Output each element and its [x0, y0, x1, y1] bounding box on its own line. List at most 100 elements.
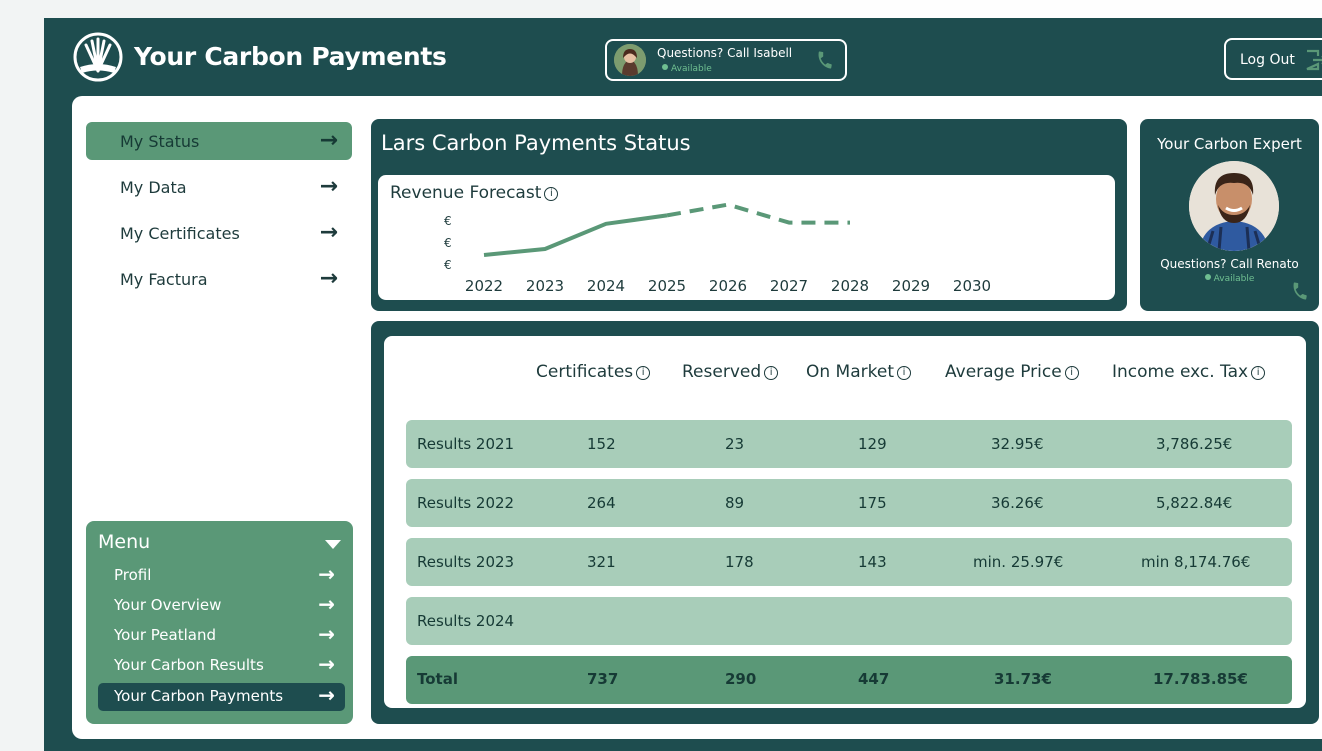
menu-item-label: Your Peatland: [114, 626, 216, 644]
x-tick-label: 2029: [892, 277, 930, 295]
menu-item-label: Your Carbon Payments: [114, 687, 284, 705]
sidebar-item-my-certificates[interactable]: My Certificates →: [86, 214, 352, 252]
menu-item-your-carbon-payments[interactable]: Your Carbon Payments →: [98, 683, 345, 711]
x-tick-label: 2025: [648, 277, 686, 295]
info-icon[interactable]: i: [764, 366, 779, 380]
logout-label: Log Out: [1240, 52, 1295, 68]
table-row[interactable]: Results 2021 152 23 129 32.95€ 3,786.25€: [406, 420, 1292, 468]
caret-down-icon[interactable]: [325, 540, 341, 549]
expert-status-text: Available: [1213, 274, 1255, 284]
header-on-market: On Market i: [806, 362, 911, 382]
y-tick-label: €: [444, 214, 452, 228]
menu-item-label: Profil: [114, 566, 152, 584]
cell-average-price: 32.95€: [991, 435, 1044, 453]
x-tick-label: 2030: [953, 277, 991, 295]
phone-icon: [818, 51, 832, 69]
expert-title: Your Carbon Expert: [1157, 135, 1302, 153]
cell-certificates: 737: [587, 670, 619, 688]
sidebar-item-my-data[interactable]: My Data →: [86, 168, 352, 206]
arrow-right-icon: →: [319, 128, 338, 153]
cell-reserved: 290: [725, 670, 757, 688]
cell-reserved: 23: [725, 435, 745, 453]
contact-pill-status: Available: [662, 64, 712, 74]
info-icon[interactable]: i: [897, 366, 911, 380]
menu-item-label: Your Overview: [114, 596, 222, 614]
menu-panel: Menu Profil → Your Overview → Your Peatl…: [86, 521, 353, 724]
cell-income: 3,786.25€: [1156, 435, 1233, 453]
payments-status-panel: Lars Carbon Payments Status Revenue Fore…: [371, 119, 1127, 311]
results-table: Certificates i Reserved i On Market i Avera…: [384, 336, 1306, 708]
info-icon[interactable]: i: [636, 366, 651, 380]
header-reserved: Reserved i: [682, 362, 779, 382]
row-label: Results 2021: [417, 435, 515, 453]
x-tick-label: 2023: [526, 277, 564, 295]
menu-title: Menu: [98, 531, 151, 553]
expert-call-text: Questions? Call Renato: [1160, 257, 1299, 271]
header-label: Certificates: [536, 362, 634, 382]
row-label: Total: [417, 670, 458, 688]
menu-item-your-carbon-results[interactable]: Your Carbon Results →: [98, 651, 345, 681]
arrow-right-icon: →: [318, 562, 335, 586]
sidebar-item-my-factura[interactable]: My Factura →: [86, 260, 352, 298]
forecast-line-solid: [483, 213, 668, 257]
x-tick-label: 2028: [831, 277, 869, 295]
revenue-forecast-card: Revenue Forecast i € € €2022 2023 2024 2025 202…: [378, 175, 1115, 300]
table-row[interactable]: Results 2022 264 89 175 36.26€ 5,822.84€: [406, 479, 1292, 527]
contact-isabell-button[interactable]: Questions? Call Isabell Available: [605, 39, 847, 81]
header-label: On Market: [806, 362, 894, 382]
phone-icon[interactable]: [1290, 281, 1310, 301]
arrow-right-icon: →: [318, 652, 335, 676]
table-row-total[interactable]: Total 737 290 447 31.73€ 17.783.85€: [406, 656, 1292, 704]
header-average-price: Average Price i: [945, 362, 1079, 382]
menu-item-your-peatland[interactable]: Your Peatland →: [98, 621, 345, 651]
app-title: Your Carbon Payments: [134, 42, 447, 71]
cell-on-market: 175: [858, 494, 887, 512]
logout-button[interactable]: Log Out: [1224, 38, 1322, 80]
cell-income: 5,822.84€: [1156, 494, 1233, 512]
x-tick-label: 2027: [770, 277, 808, 295]
isabell-avatar: [614, 44, 646, 76]
header-label: Income exc. Tax: [1112, 362, 1249, 382]
arrow-right-icon: →: [318, 622, 335, 646]
revenue-forecast-chart: € € €2022 2023 2024 2025 2026 2027 2028 2029 2030: [444, 202, 991, 295]
cell-income: 17.783.85€: [1153, 670, 1248, 688]
cell-on-market: 129: [858, 435, 887, 453]
sidebar-item-my-status[interactable]: My Status →: [86, 122, 352, 160]
carbon-expert-panel: Your Carbon Expert Questions? Call Renat…: [1140, 119, 1319, 311]
cell-average-price: 31.73€: [994, 670, 1052, 688]
header-income-exc-tax: Income exc. Tax i: [1112, 362, 1266, 382]
sidebar-item-label: My Certificates: [120, 224, 240, 243]
table-header: Certificates i Reserved i On Market i Avera…: [384, 362, 1306, 392]
arrow-right-icon: →: [318, 592, 335, 616]
logout-icon: [1306, 49, 1322, 71]
info-icon[interactable]: i: [1251, 366, 1266, 380]
available-dot-icon: [662, 64, 668, 70]
cell-on-market: 447: [858, 670, 890, 688]
arrow-right-icon: →: [319, 220, 338, 245]
results-table-panel: Certificates i Reserved i On Market i Avera…: [371, 321, 1319, 724]
info-icon[interactable]: i: [1064, 366, 1079, 380]
status-title: Lars Carbon Payments Status: [381, 131, 691, 155]
x-tick-label: 2022: [465, 277, 503, 295]
cell-income: min 8,174.76€: [1141, 553, 1251, 571]
expert-avatar: [1189, 161, 1279, 251]
table-row[interactable]: Results 2023 321 178 143 min. 25.97€ min…: [406, 538, 1292, 586]
row-label: Results 2024: [417, 612, 515, 630]
leaf-fan-logo-icon: [73, 32, 123, 82]
x-tick-label: 2026: [709, 277, 747, 295]
table-row[interactable]: Results 2024: [406, 597, 1292, 645]
menu-items: Profil → Your Overview → Your Peatland →…: [98, 561, 345, 711]
main-content: My Status → My Data → My Certificates → …: [72, 96, 1322, 739]
sidebar-nav: My Status → My Data → My Certificates → …: [86, 122, 352, 306]
contact-pill-text: Questions? Call Isabell: [657, 46, 793, 60]
menu-item-profil[interactable]: Profil →: [98, 561, 345, 591]
menu-item-label: Your Carbon Results: [114, 656, 264, 674]
cell-reserved: 89: [725, 494, 745, 512]
menu-item-your-overview[interactable]: Your Overview →: [98, 591, 345, 621]
sidebar-item-label: My Data: [120, 178, 187, 197]
header-label: Average Price: [945, 362, 1062, 382]
sidebar-item-label: My Status: [120, 132, 200, 151]
top-bar: Your Carbon Payments Questions? Call Isa…: [44, 18, 1322, 94]
arrow-right-icon: →: [319, 266, 338, 291]
row-label: Results 2023: [417, 553, 515, 571]
